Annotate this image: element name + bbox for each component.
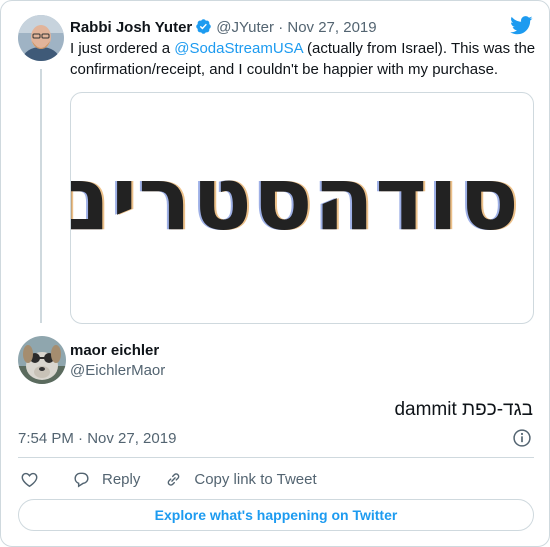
reply-tweet-text: בגד-כפת dammit — [394, 399, 533, 420]
copy-link-button[interactable]: Copy link to Tweet — [164, 470, 317, 489]
like-button[interactable] — [20, 470, 39, 489]
info-icon[interactable] — [512, 428, 532, 448]
tweet-actions-bar: Reply Copy link to Tweet — [20, 468, 317, 490]
author-name[interactable]: Rabbi Josh Yuter — [70, 19, 192, 36]
reply-author-handle[interactable]: @EichlerMaor — [70, 362, 165, 380]
copy-link-label: Copy link to Tweet — [194, 470, 317, 488]
tweet-media-image[interactable]: סודהסטרים — [70, 92, 534, 324]
text-before: I just ordered a — [70, 40, 175, 57]
quoted-tweet-header: Rabbi Josh Yuter @JYuter · Nov 27, 2019 — [70, 18, 377, 37]
thread-connector-line — [40, 69, 42, 323]
reply-button[interactable]: Reply — [72, 470, 140, 489]
tweet-embed-card: Rabbi Josh Yuter @JYuter · Nov 27, 2019 I… — [0, 0, 550, 547]
tweet-timestamp[interactable]: 7:54 PM · Nov 27, 2019 — [18, 430, 176, 448]
reply-author-name[interactable]: maor eichler — [70, 342, 159, 360]
heart-icon — [21, 472, 38, 487]
separator-dot: · — [278, 19, 284, 36]
avatar[interactable] — [18, 336, 66, 384]
reply-label: Reply — [102, 470, 141, 488]
link-icon — [168, 472, 180, 486]
author-handle[interactable]: @JYuter — [216, 19, 274, 36]
explore-twitter-button[interactable]: Explore what's happening on Twitter — [18, 499, 534, 531]
verified-badge-icon — [196, 19, 212, 34]
twitter-bird-icon[interactable] — [510, 16, 533, 35]
media-image-text: סודהסטרים — [70, 147, 520, 250]
quoted-tweet-text: I just ordered a @SodaStreamUSA (actuall… — [70, 39, 538, 80]
reply-bubble-icon — [74, 472, 89, 488]
tweet-date[interactable]: Nov 27, 2019 — [287, 19, 376, 36]
avatar[interactable] — [18, 15, 64, 61]
divider — [18, 457, 534, 458]
mention-link[interactable]: @SodaStreamUSA — [174, 40, 303, 57]
